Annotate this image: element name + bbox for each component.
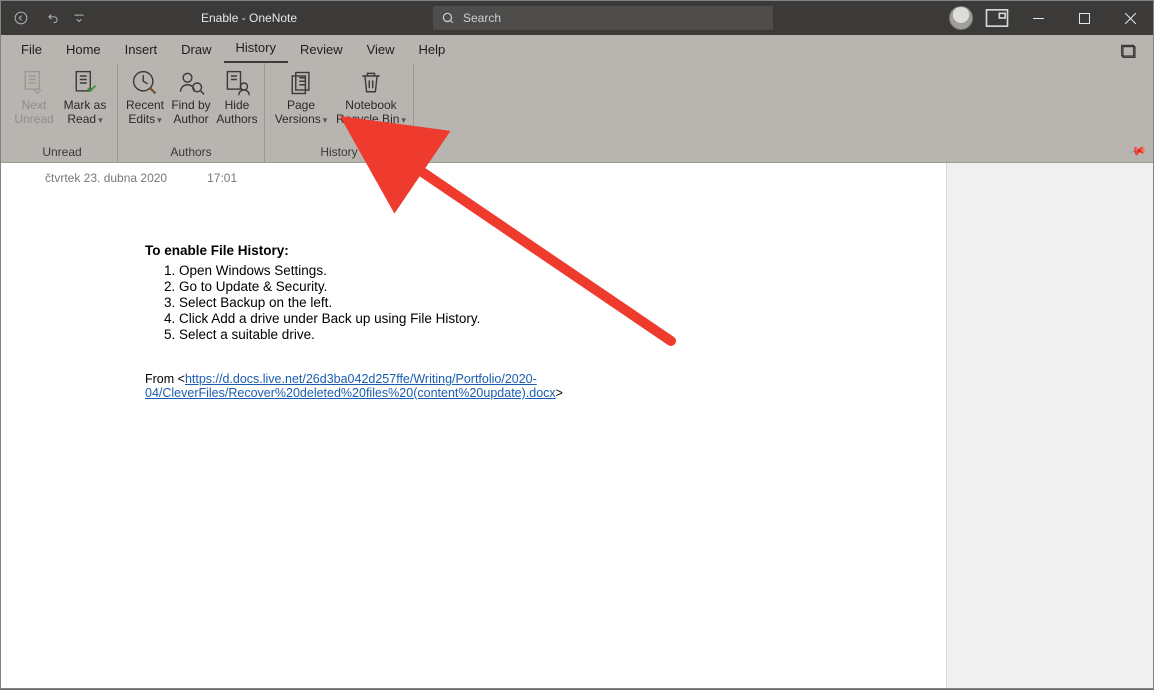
cmd-mark-as-read[interactable]: Mark as Read▾ [57, 65, 113, 127]
tab-home[interactable]: Home [54, 38, 113, 63]
maximize-button[interactable] [1061, 1, 1107, 35]
page-list-panel[interactable] [947, 163, 1153, 688]
ribbon-group-authors: Recent Edits▾ Find by Author Hide Author… [118, 63, 265, 162]
cmd-label: Next Unread [14, 99, 53, 127]
group-label: Authors [170, 143, 211, 162]
window-title: Enable - OneNote [201, 11, 297, 25]
search-placeholder: Search [463, 11, 501, 25]
group-label: History [320, 143, 357, 162]
page-heading: To enable File History: [145, 243, 936, 258]
tab-history[interactable]: History [224, 36, 288, 63]
qat-dropdown[interactable] [71, 4, 87, 32]
cmd-recent-edits[interactable]: Recent Edits▾ [122, 65, 168, 127]
tab-insert[interactable]: Insert [113, 38, 170, 63]
page-check-icon [71, 69, 99, 97]
tab-bar: File Home Insert Draw History Review Vie… [1, 35, 1153, 63]
title-bar: Enable - OneNote Search [1, 1, 1153, 35]
search-icon [441, 11, 455, 25]
from-line: From <https://d.docs.live.net/26d3ba042d… [145, 372, 735, 400]
minimize-button[interactable] [1015, 1, 1061, 35]
cmd-find-by-author[interactable]: Find by Author [168, 65, 214, 127]
tab-review[interactable]: Review [288, 38, 355, 63]
cmd-hide-authors[interactable]: Hide Authors [214, 65, 260, 127]
page-next-icon [20, 69, 48, 97]
ribbon: Next Unread Mark as Read▾ Unread Recent … [1, 63, 1153, 163]
list-item: Open Windows Settings. [179, 262, 936, 278]
steps-list: Open Windows Settings. Go to Update & Se… [145, 262, 936, 342]
trash-icon [357, 69, 385, 97]
cmd-label: Find by Author [171, 99, 210, 127]
page-versions-icon [287, 69, 315, 97]
cmd-label: Mark as Read▾ [64, 99, 107, 127]
cmd-notebook-recycle-bin[interactable]: Notebook Recycle Bin▾ [333, 65, 409, 127]
cmd-label: Notebook Recycle Bin▾ [336, 99, 406, 127]
list-item: Select a suitable drive. [179, 326, 936, 342]
tab-view[interactable]: View [355, 38, 407, 63]
cmd-label: Recent Edits▾ [126, 99, 164, 127]
ribbon-group-unread: Next Unread Mark as Read▾ Unread [1, 63, 118, 162]
cmd-label: Hide Authors [216, 99, 257, 127]
list-item: Go to Update & Security. [179, 278, 936, 294]
ribbon-group-history: Page Versions▾ Notebook Recycle Bin▾ His… [265, 63, 414, 162]
cmd-next-unread[interactable]: Next Unread [11, 65, 57, 127]
group-label: Unread [42, 143, 81, 162]
search-box[interactable]: Search [433, 6, 773, 30]
full-page-view-icon[interactable] [1121, 44, 1145, 63]
page-date: čtvrtek 23. dubna 2020 [45, 171, 167, 185]
pin-ribbon-icon[interactable]: 📌 [1127, 141, 1147, 161]
page-canvas[interactable]: čtvrtek 23. dubna 2020 17:01 To enable F… [1, 163, 947, 688]
user-avatar[interactable] [949, 6, 973, 30]
page-person-icon [223, 69, 251, 97]
tab-help[interactable]: Help [407, 38, 458, 63]
ribbon-display-options[interactable] [983, 4, 1011, 32]
clock-edit-icon [131, 69, 159, 97]
cmd-label: Page Versions▾ [275, 99, 328, 127]
cmd-page-versions[interactable]: Page Versions▾ [269, 65, 333, 127]
list-item: Select Backup on the left. [179, 294, 936, 310]
page-time: 17:01 [207, 171, 237, 185]
workspace: čtvrtek 23. dubna 2020 17:01 To enable F… [1, 163, 1153, 688]
tab-draw[interactable]: Draw [169, 38, 223, 63]
tab-file[interactable]: File [9, 38, 54, 63]
person-search-icon [177, 69, 205, 97]
undo-button[interactable] [39, 4, 67, 32]
list-item: Click Add a drive under Back up using Fi… [179, 310, 936, 326]
close-button[interactable] [1107, 1, 1153, 35]
back-button[interactable] [7, 4, 35, 32]
source-link[interactable]: https://d.docs.live.net/26d3ba042d257ffe… [145, 372, 556, 400]
